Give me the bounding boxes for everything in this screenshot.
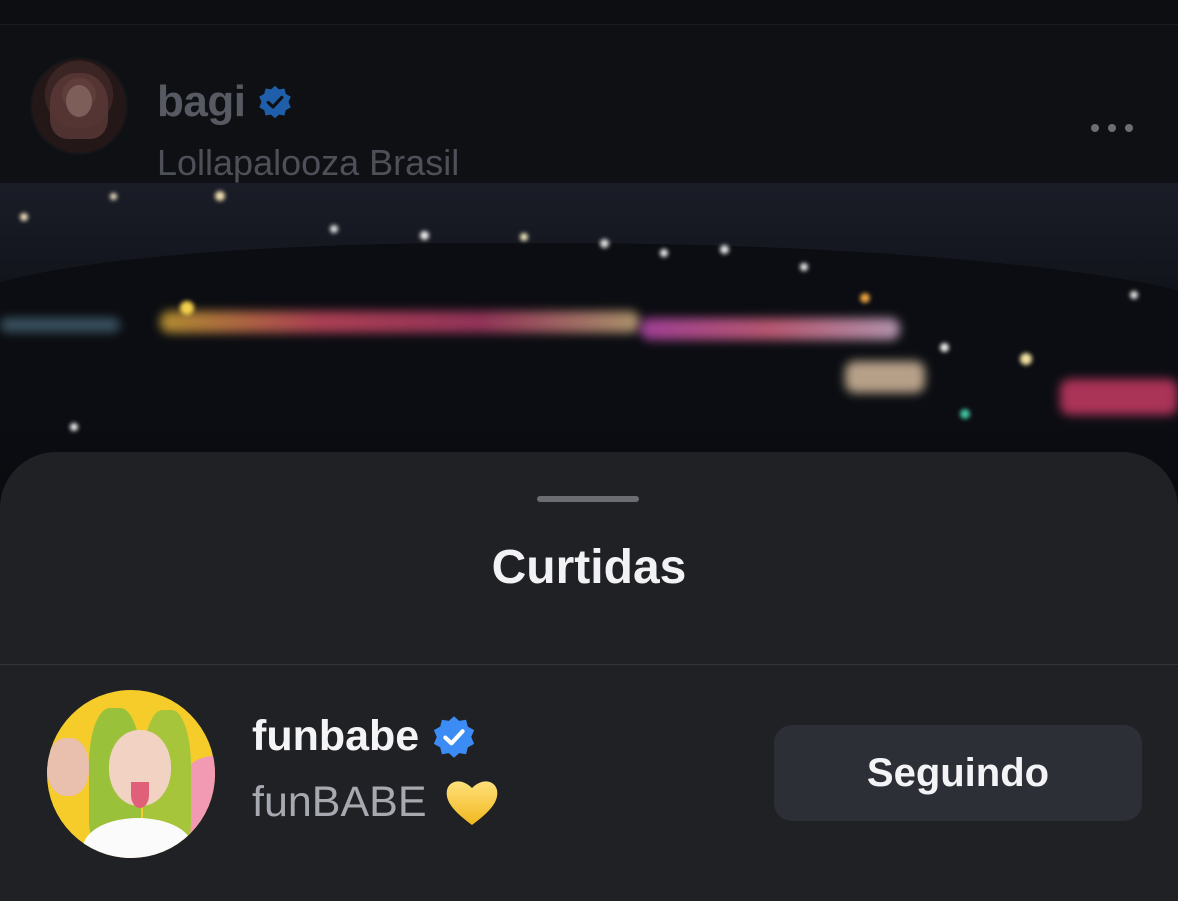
post-author: bagi	[157, 77, 293, 127]
user-name-line: funbabe	[252, 712, 501, 761]
dot	[1108, 124, 1116, 132]
sheet-grabber-handle[interactable]	[537, 496, 639, 502]
post-location[interactable]: Lollapalooza Brasil	[157, 142, 459, 184]
photo-light-strip	[845, 361, 925, 393]
photo-light	[70, 423, 78, 431]
photo-light-strip	[1060, 379, 1178, 415]
divider	[0, 664, 1178, 665]
photo-light	[940, 343, 949, 352]
photo-light	[180, 301, 194, 315]
post-author-username[interactable]: bagi	[157, 77, 246, 127]
yellow-heart-icon	[446, 781, 497, 825]
dot	[1091, 124, 1099, 132]
photo-light	[800, 263, 808, 271]
avatar-hand	[47, 738, 89, 796]
photo-light	[420, 231, 429, 240]
sheet-title: Curtidas	[491, 541, 687, 594]
photo-light	[1020, 353, 1032, 365]
user-info: funbabe funBABE	[252, 712, 501, 829]
photo-light-strip	[0, 318, 120, 332]
more-options-icon[interactable]	[1084, 113, 1140, 143]
avatar[interactable]	[47, 690, 215, 858]
user-full-name-line: funBABE	[252, 775, 501, 829]
avatar-tongue	[131, 782, 149, 808]
photo-light	[720, 245, 729, 254]
avatar-face	[66, 85, 92, 117]
photo-light	[520, 233, 528, 241]
photo-light	[860, 293, 870, 303]
verified-badge-icon	[434, 715, 475, 758]
photo-light	[20, 213, 28, 221]
post-header: bagi Lollapalooza Brasil	[0, 25, 1178, 183]
status-bar-area	[0, 0, 1178, 25]
post-photo[interactable]	[0, 183, 1178, 483]
list-item[interactable]: funbabe funBABE Seguindo	[0, 688, 1178, 862]
photo-light	[215, 191, 225, 201]
photo-light	[600, 239, 609, 248]
photo-light	[660, 249, 668, 257]
photo-light-strip	[640, 318, 900, 340]
user-full-name: funBABE	[252, 777, 427, 826]
following-button[interactable]: Seguindo	[774, 725, 1142, 821]
username[interactable]: funbabe	[252, 712, 419, 761]
verified-badge-icon	[259, 85, 292, 119]
photo-light	[110, 193, 117, 200]
dot	[1125, 124, 1133, 132]
likes-sheet: Curtidas funbabe funBABE Seguindo	[0, 452, 1178, 901]
photo-light	[330, 225, 338, 233]
post-author-avatar[interactable]	[32, 59, 126, 153]
photo-light-strip	[160, 311, 640, 333]
photo-light	[960, 409, 970, 419]
photo-light	[1130, 291, 1138, 299]
